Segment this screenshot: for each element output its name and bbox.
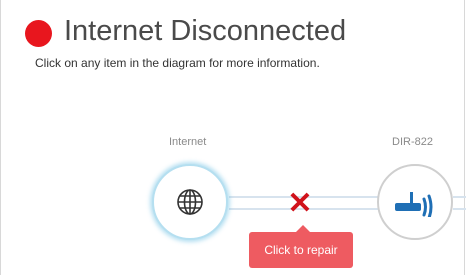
router-icon: [395, 192, 433, 217]
connection-line-right: [453, 196, 466, 210]
router-node[interactable]: [377, 164, 453, 240]
globe-icon: [177, 189, 203, 215]
repair-button[interactable]: Click to repair: [249, 232, 353, 268]
router-label: DIR-822: [392, 136, 433, 148]
status-panel: Internet Disconnected Click on any item …: [0, 0, 466, 275]
page-subtitle: Click on any item in the diagram for mor…: [35, 56, 320, 70]
internet-node[interactable]: [152, 164, 228, 240]
page-title: Internet Disconnected: [64, 15, 347, 47]
internet-label: Internet: [169, 136, 207, 148]
status-indicator-icon: [25, 20, 52, 47]
disconnected-x-icon: ✕: [287, 187, 313, 220]
repair-callout-arrow: [296, 225, 310, 232]
